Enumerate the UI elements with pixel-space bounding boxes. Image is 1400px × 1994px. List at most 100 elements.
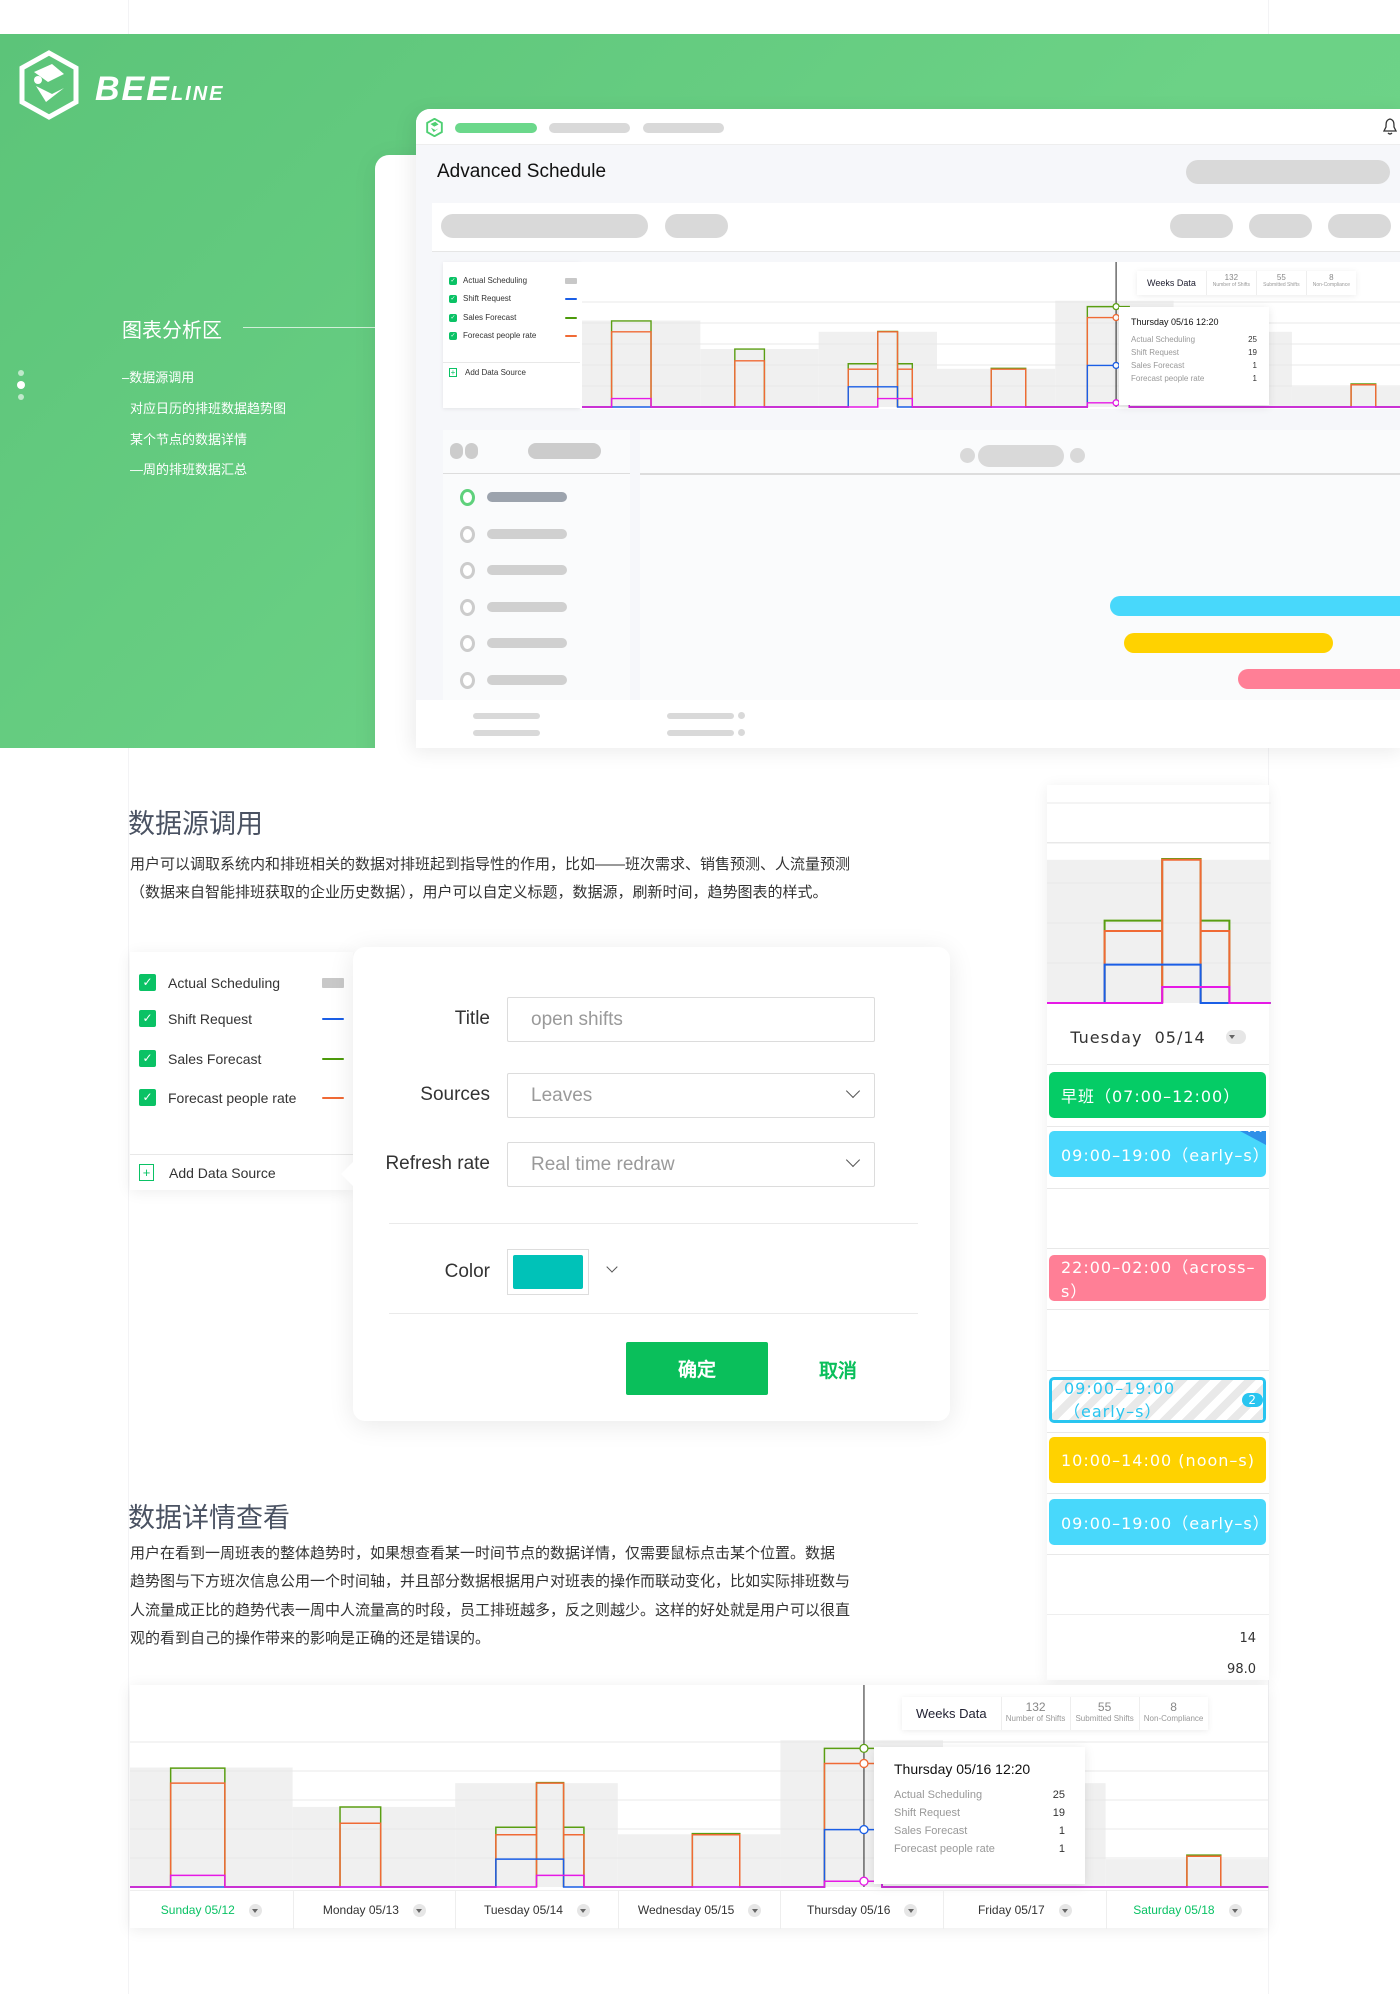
chevron-down-icon[interactable] — [904, 1903, 918, 1917]
day-tab[interactable]: Friday 05/17 — [943, 1891, 1106, 1929]
checkbox-checked-icon[interactable]: ✓ — [139, 1010, 156, 1027]
pager-dot[interactable] — [18, 394, 24, 400]
toolbar-placeholder[interactable] — [1328, 214, 1391, 238]
weeks-data-label: Weeks Data — [1147, 278, 1196, 288]
add-data-source-button[interactable]: + Add Data Source — [449, 368, 526, 377]
checkbox-checked-icon[interactable]: ✓ — [449, 331, 457, 340]
radio[interactable] — [460, 599, 475, 616]
day-tab[interactable]: Sunday 05/12 — [130, 1891, 293, 1929]
gantt-control[interactable] — [465, 443, 478, 459]
shift-card[interactable]: 09:00–19:00（early–s） ••• — [1049, 1127, 1269, 1177]
divider — [389, 1223, 918, 1224]
nav-tab[interactable] — [549, 123, 630, 133]
chevron-down-icon[interactable] — [1058, 1903, 1072, 1917]
checkbox-checked-icon[interactable]: ✓ — [139, 1089, 156, 1106]
stat-value: 8 — [1170, 1700, 1177, 1714]
legend-item[interactable]: ✓ Forecast people rate — [449, 331, 577, 340]
pager-dot-active[interactable] — [17, 381, 25, 389]
shift-card[interactable]: 09:00–19:00（early–s） — [1049, 1499, 1269, 1545]
day-label: Tuesday 05/14 — [484, 1903, 563, 1917]
gantt-control[interactable] — [528, 443, 601, 459]
cancel-button[interactable]: 取消 — [819, 1356, 857, 1383]
row-divider — [1047, 1188, 1269, 1189]
weeks-stat: 8 Non-Compliance — [1305, 271, 1356, 295]
chevron-down-icon[interactable] — [412, 1903, 426, 1917]
legend-item[interactable]: ✓ Actual Scheduling — [139, 974, 344, 991]
checkbox-checked-icon[interactable]: ✓ — [449, 313, 457, 322]
tooltip-row: Actual Scheduling 25 — [894, 1789, 1065, 1801]
chevron-down-icon[interactable] — [248, 1903, 262, 1917]
description-line: 用户在看到一周班表的整体趋势时，如果想查看某一时间节点的数据详情，仅需要鼠标点击… — [130, 1545, 836, 1562]
chevron-down-icon[interactable] — [576, 1903, 590, 1917]
nav-tab[interactable] — [643, 123, 724, 133]
day-tab[interactable]: Tuesday 05/14 — [455, 1891, 618, 1929]
page-title: Advanced Schedule — [437, 161, 607, 182]
checkbox-checked-icon[interactable]: ✓ — [139, 1050, 156, 1067]
title-input[interactable]: open shifts — [507, 997, 875, 1042]
radio[interactable] — [460, 526, 475, 543]
gantt-bar[interactable] — [1124, 633, 1333, 653]
checkbox-checked-icon[interactable]: ✓ — [139, 974, 156, 991]
legend-item[interactable]: ✓ Sales Forecast — [139, 1050, 344, 1067]
chevron-down-icon[interactable] — [748, 1903, 762, 1917]
day-selector[interactable]: Tuesday 05/14 — [1047, 1010, 1269, 1064]
weeks-stat: 132 Number of Shifts — [1000, 1697, 1070, 1730]
title-placeholder: open shifts — [531, 1008, 623, 1030]
gantt-bar[interactable] — [1238, 669, 1400, 689]
chevron-down-icon[interactable] — [1225, 1030, 1246, 1044]
confirm-button[interactable]: 确定 — [626, 1342, 768, 1395]
prev-icon[interactable] — [960, 448, 975, 463]
weeks-stat: 8 Non-Compliance — [1138, 1697, 1208, 1730]
description-line: 趋势图与下方班次信息公用一个时间轴，并且部分数据根据用户对班表的操作而联动变化，… — [130, 1573, 851, 1591]
radio[interactable] — [460, 635, 475, 652]
date-pill[interactable] — [978, 445, 1064, 467]
gantt-bar[interactable] — [1110, 596, 1400, 616]
day-tab[interactable]: Saturday 05/18 — [1105, 1891, 1269, 1929]
weeks-stat: 55 Submitted Shifts — [1069, 1697, 1139, 1730]
legend-item[interactable]: ✓ Shift Request — [139, 1010, 344, 1027]
plus-icon: + — [449, 368, 457, 377]
add-data-source-button[interactable]: + Add Data Source — [139, 1164, 276, 1181]
bell-icon[interactable] — [1382, 118, 1398, 136]
section-description: 用户在看到一周班表的整体趋势时，如果想查看某一时间节点的数据详情，仅需要鼠标点击… — [130, 1540, 850, 1653]
toolbar-placeholder[interactable] — [1170, 214, 1233, 238]
toolbar-placeholder[interactable] — [665, 214, 728, 238]
tooltip-value: 25 — [1052, 1789, 1065, 1801]
legend-item[interactable]: ✓ Forecast people rate — [139, 1089, 344, 1106]
footer-dot — [738, 729, 745, 736]
nav-tab-active[interactable] — [455, 123, 537, 133]
shift-card[interactable]: 10:00–14:00 (noon–s) — [1049, 1437, 1266, 1483]
checkbox-checked-icon[interactable]: ✓ — [449, 294, 457, 303]
radio[interactable] — [460, 672, 475, 689]
day-tab[interactable]: Wednesday 05/15 — [617, 1891, 781, 1929]
shift-card[interactable]: 09:00–19:00（early–s） 2 — [1049, 1377, 1266, 1423]
day-tab[interactable]: Thursday 05/16 — [780, 1891, 943, 1929]
gantt-control[interactable] — [450, 443, 463, 459]
sources-select[interactable]: Leaves — [507, 1073, 875, 1118]
tooltip-title: Thursday 05/16 12:20 — [1131, 317, 1219, 327]
title-label: Title — [454, 1008, 490, 1029]
legend-item[interactable]: ✓ Sales Forecast — [449, 313, 577, 322]
radio[interactable] — [460, 562, 475, 579]
legend-item[interactable]: ✓ Actual Scheduling — [449, 276, 577, 285]
shift-card[interactable]: 22:00–02:00（across–s） — [1049, 1255, 1266, 1301]
header-action-placeholder[interactable] — [1186, 160, 1390, 184]
app-topbar — [416, 109, 1400, 145]
toolbar-placeholder[interactable] — [441, 214, 648, 238]
brand-wordmark: BEELINE — [95, 70, 225, 108]
toolbar-placeholder[interactable] — [1249, 214, 1312, 238]
tooltip-label: Forecast people rate — [1131, 374, 1205, 383]
chevron-down-icon[interactable] — [1228, 1903, 1242, 1917]
radio-selected[interactable] — [460, 489, 475, 506]
row-label-placeholder — [487, 675, 567, 685]
more-icon[interactable]: ••• — [1247, 1127, 1264, 1136]
checkbox-checked-icon[interactable]: ✓ — [449, 276, 457, 285]
shift-card[interactable]: 早班（07:00–12:00） — [1049, 1072, 1266, 1118]
hero-item: 对应日历的排班数据趋势图 — [130, 401, 287, 416]
refresh-rate-select[interactable]: Real time redraw — [507, 1142, 875, 1187]
pager-dot[interactable] — [18, 370, 24, 376]
legend-item[interactable]: ✓ Shift Request — [449, 294, 577, 303]
next-icon[interactable] — [1070, 448, 1085, 463]
color-picker[interactable] — [507, 1249, 589, 1295]
day-tab[interactable]: Monday 05/13 — [292, 1891, 456, 1929]
